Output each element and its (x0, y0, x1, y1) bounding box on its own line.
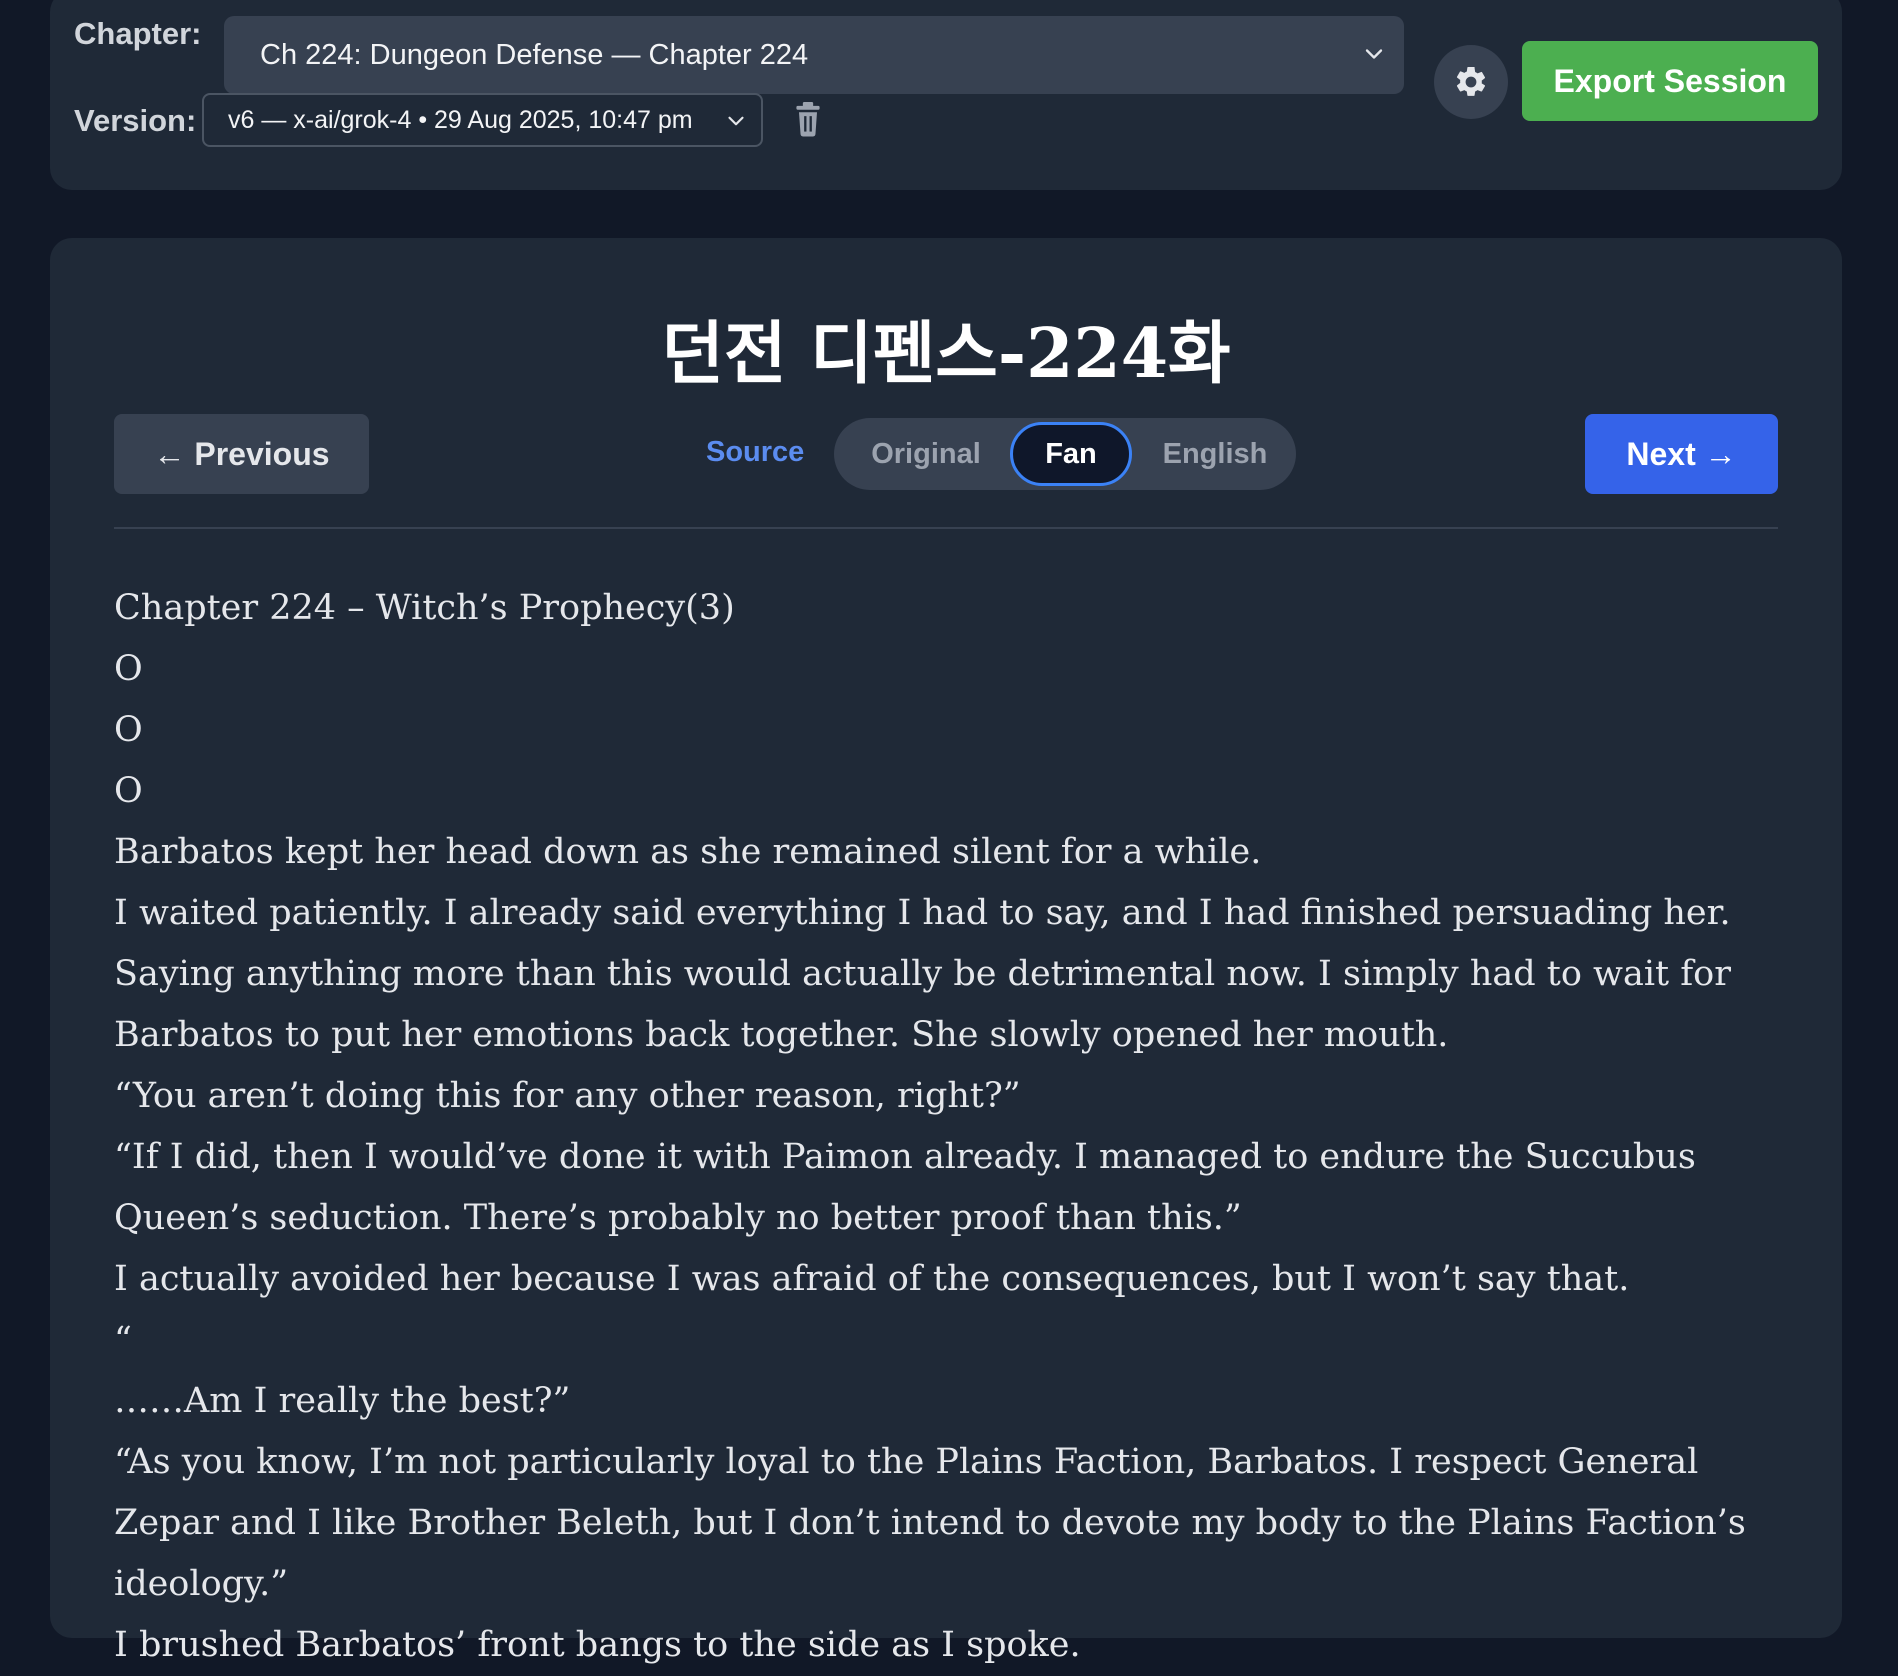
divider (114, 527, 1778, 529)
version-label: Version: (74, 103, 197, 138)
translation-toggle: Original English Fan (834, 418, 1296, 490)
export-session-button[interactable]: Export Session (1522, 41, 1818, 121)
paragraph: ……Am I really the best?” (114, 1381, 571, 1421)
paragraph: “If I did, then I would’ve done it with … (114, 1137, 1696, 1238)
toggle-original[interactable]: Original (834, 418, 1018, 490)
session-header: Chapter: Ch 224: Dungeon Defense — Chapt… (50, 0, 1842, 190)
paragraph: I actually avoided her because I was afr… (114, 1259, 1630, 1299)
chapter-label: Chapter: (74, 16, 202, 51)
paragraph: O (114, 649, 143, 689)
source-link[interactable]: Source (706, 436, 804, 469)
reader-panel: 던전 디펜스-224화 ← Previous Source Original E… (50, 238, 1842, 1665)
chapter-select[interactable]: Ch 224: Dungeon Defense — Chapter 224 (224, 16, 1404, 94)
next-button[interactable]: Next → (1585, 414, 1778, 494)
version-select-value: v6 — x-ai/grok-4 • 29 Aug 2025, 10:47 pm (228, 105, 693, 134)
toggle-fan[interactable]: Fan (1010, 422, 1132, 486)
trash-icon[interactable] (792, 102, 824, 138)
chapter-title: 던전 디펜스-224화 (661, 314, 1231, 394)
chevron-down-icon (1365, 49, 1383, 59)
settings-button[interactable] (1434, 45, 1508, 119)
paragraph: O (114, 710, 143, 750)
chapter-select-value: Ch 224: Dungeon Defense — Chapter 224 (260, 38, 809, 71)
paragraph: “You aren’t doing this for any other rea… (114, 1076, 1021, 1116)
paragraph: Chapter 224 – Witch’s Prophecy(3) (114, 588, 735, 628)
paragraph: Barbatos kept her head down as she remai… (114, 832, 1262, 872)
chevron-down-icon (728, 116, 744, 126)
paragraph: I waited patiently. I already said every… (114, 893, 1731, 1055)
paragraph: I brushed Barbatos’ front bangs to the s… (114, 1625, 1081, 1665)
version-select[interactable]: v6 — x-ai/grok-4 • 29 Aug 2025, 10:47 pm (202, 93, 763, 147)
toggle-english[interactable]: English (1134, 418, 1296, 490)
paragraph: “ (114, 1320, 132, 1360)
previous-button[interactable]: ← Previous (114, 414, 369, 494)
paragraph: O (114, 771, 143, 811)
chapter-row: Chapter: (74, 16, 201, 52)
chapter-content: Chapter 224 – Witch’s Prophecy(3) O O O … (114, 578, 1794, 1676)
gear-icon (1456, 66, 1486, 96)
